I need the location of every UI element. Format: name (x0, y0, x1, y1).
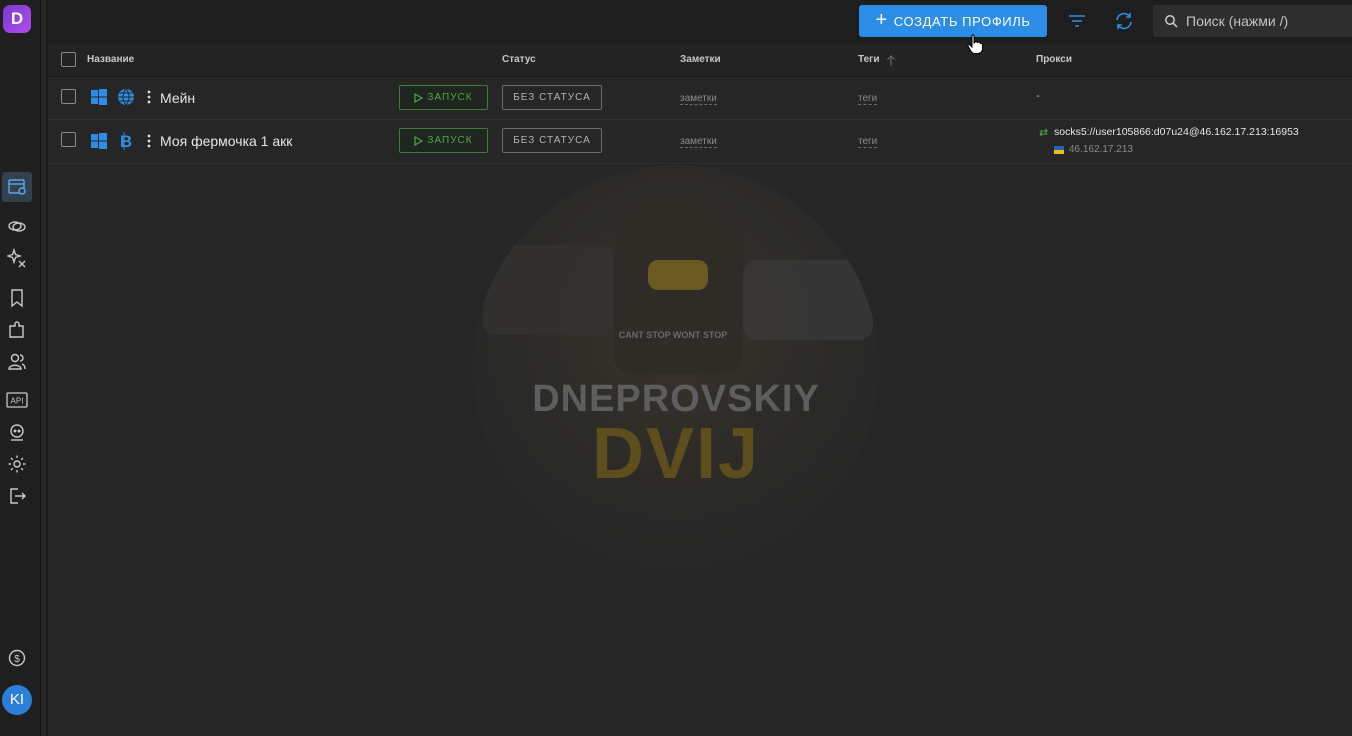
profile-name[interactable]: Мейн (160, 90, 195, 106)
proxy-value: - (1036, 90, 1040, 102)
watermark-shirt-text: CANT STOP WONT STOP (618, 330, 728, 340)
ukraine-flag-icon (1054, 146, 1064, 154)
sidebar-item-bookmarks[interactable] (5, 286, 29, 310)
svg-text:$: $ (14, 654, 20, 665)
filter-icon[interactable] (1066, 10, 1088, 32)
search-input[interactable] (1184, 12, 1348, 30)
tags-field[interactable]: теги (858, 136, 878, 148)
proxy-swap-icon[interactable]: ⇄ (1039, 126, 1048, 139)
windows-icon (91, 133, 107, 149)
users-icon (8, 353, 26, 370)
watermark-title-line2: DVIJ (591, 414, 761, 494)
globe-icon (118, 88, 134, 106)
gear-icon (8, 455, 26, 473)
robot-icon (10, 424, 24, 441)
column-header-tags[interactable]: Теги (858, 54, 879, 65)
row-checkbox[interactable] (61, 132, 76, 147)
api-icon: API (6, 392, 28, 408)
create-profile-button[interactable]: + СОЗДАТЬ ПРОФИЛЬ (859, 5, 1047, 37)
table-row[interactable]: Мейн ЗАПУСК БЕЗ СТАТУСА заметки теги - (48, 76, 1352, 120)
background-watermark: CANT STOP WONT STOP DNEPROVSKIY DVIJ (473, 165, 879, 571)
user-avatar[interactable]: KI (2, 685, 32, 715)
start-label: ЗАПУСК (427, 135, 473, 146)
column-header-name[interactable]: Название (87, 54, 134, 65)
sidebar-item-links[interactable] (5, 214, 29, 238)
sidebar-item-automation[interactable] (5, 246, 29, 270)
row-menu-icon[interactable] (146, 134, 152, 148)
chain-icon (8, 221, 26, 232)
bookmark-icon (11, 289, 23, 308)
app-logo[interactable]: D (3, 5, 31, 33)
watermark-car-left (483, 245, 613, 335)
sidebar-item-extensions[interactable] (5, 318, 29, 342)
table-row[interactable]: B Моя фермочка 1 акк ЗАПУСК БЕЗ СТАТУСА … (48, 119, 1352, 164)
status-button[interactable]: БЕЗ СТАТУСА (502, 85, 602, 110)
watermark-mask (648, 260, 708, 290)
search-icon (1165, 15, 1178, 28)
profile-name[interactable]: Моя фермочка 1 акк (160, 133, 292, 149)
hand-cursor-icon (967, 34, 983, 54)
sidebar-item-team[interactable] (5, 350, 29, 374)
column-header-proxy[interactable]: Прокси (1036, 54, 1072, 65)
refresh-icon[interactable] (1112, 9, 1136, 33)
sidebar-item-logout[interactable] (5, 484, 29, 508)
sidebar: D API $ KI (0, 0, 41, 736)
proxy-value[interactable]: socks5://user105866:d07u24@46.162.17.213… (1054, 126, 1299, 138)
status-button[interactable]: БЕЗ СТАТУСА (502, 128, 602, 153)
column-header-status[interactable]: Статус (502, 54, 536, 65)
table-header: Название Статус Заметки Теги Прокси (48, 44, 1352, 77)
sparkle-icon (7, 248, 26, 268)
row-checkbox[interactable] (61, 89, 76, 104)
svg-text:B: B (120, 132, 132, 150)
start-profile-button[interactable]: ЗАПУСК (399, 128, 488, 153)
sidebar-item-billing[interactable]: $ (5, 646, 29, 670)
sidebar-item-api[interactable]: API (5, 388, 29, 412)
play-icon (414, 92, 424, 103)
row-menu-icon[interactable] (146, 90, 152, 104)
bitcoin-icon: B (120, 132, 132, 150)
svg-text:API: API (11, 397, 24, 406)
proxy-ip: 46.162.17.213 (1069, 144, 1133, 155)
puzzle-icon (9, 321, 24, 338)
dollar-coin-icon: $ (8, 649, 26, 667)
select-all-checkbox[interactable] (61, 52, 76, 67)
plus-icon: + (875, 9, 888, 31)
create-profile-label: СОЗДАТЬ ПРОФИЛЬ (893, 13, 1031, 29)
sidebar-item-profiles[interactable] (2, 172, 32, 202)
browser-window-icon (8, 179, 26, 195)
start-profile-button[interactable]: ЗАПУСК (399, 85, 488, 110)
watermark-car-right (743, 260, 873, 340)
start-label: ЗАПУСК (427, 92, 473, 103)
tags-field[interactable]: теги (858, 93, 878, 105)
sidebar-item-settings[interactable] (5, 452, 29, 476)
column-header-notes[interactable]: Заметки (680, 54, 721, 65)
windows-icon (91, 89, 107, 105)
logout-icon (10, 488, 26, 504)
notes-field[interactable]: заметки (680, 93, 717, 105)
play-icon (414, 135, 424, 146)
sort-arrow-up-icon[interactable] (886, 55, 896, 67)
search-box[interactable] (1153, 5, 1352, 37)
notes-field[interactable]: заметки (680, 136, 717, 148)
sidebar-item-support[interactable] (5, 420, 29, 444)
